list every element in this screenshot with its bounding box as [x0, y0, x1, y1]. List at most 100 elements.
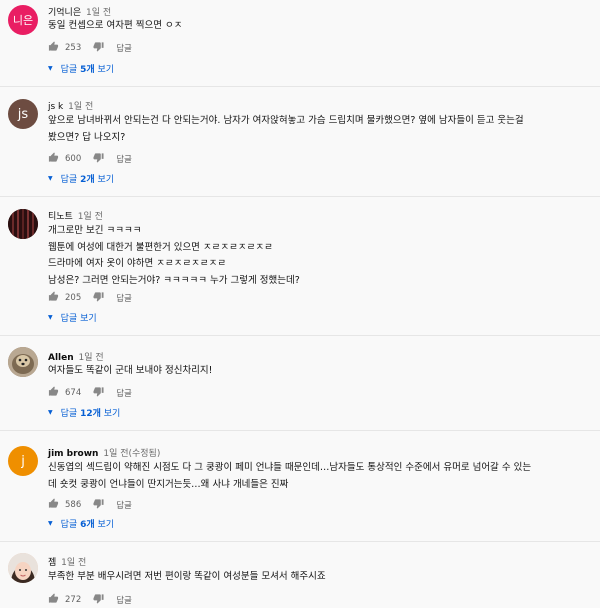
comment-text: 신동엽의 섹드립이 약해진 시점도 다 그 쿵쾅이 페미 언냐들 때문인데…남자…	[48, 460, 593, 493]
comment-header: 티노트 1일 전	[48, 209, 103, 222]
view-replies-button[interactable]: ▼ 답글 5개 보기	[48, 62, 114, 75]
replies-count: 6개	[80, 520, 95, 530]
comment-line: 부족한 부분 배우시려면 저번 편이랑 똑같이 여성분들 모셔서 해주시죠	[48, 571, 326, 582]
avatar[interactable]	[8, 209, 38, 239]
caret-down-icon: ▼	[48, 65, 53, 72]
view-replies-suffix: 보기	[97, 520, 115, 530]
view-replies-button[interactable]: ▼ 답글 2개 보기	[48, 172, 114, 185]
comment-text: 여자들도 똑같이 군대 보내야 정신차리지!	[48, 363, 593, 380]
comment-time[interactable]: 1일 전(수정됨)	[103, 449, 160, 459]
like-count: 272	[65, 595, 82, 605]
thumbs-up-icon[interactable]	[48, 41, 59, 55]
avatar[interactable]	[8, 553, 38, 583]
view-replies-suffix: 보기	[97, 65, 115, 75]
view-replies-button[interactable]: ▼ 답글 보기	[48, 311, 97, 324]
avatar[interactable]	[8, 347, 38, 377]
reply-button[interactable]: 답글	[116, 499, 132, 511]
comment-actions: 600 답글	[48, 152, 132, 166]
comment-line: 동일 컨셉으로 여자편 찍으면 ㅇㅈ	[48, 20, 183, 31]
divider	[0, 335, 600, 336]
avatar-text: js	[17, 106, 29, 122]
reply-button[interactable]: 답글	[116, 153, 132, 165]
avatar-image	[8, 347, 38, 377]
comment-header: 젬 1일 전	[48, 555, 86, 568]
comment-text: 앞으로 남녀바뀌서 안되는건 다 안되는거야. 남자가 여자앉혀놓고 가슴 드립…	[48, 113, 593, 146]
comment-line: 여자들도 똑같이 군대 보내야 정신차리지!	[48, 365, 213, 376]
view-replies-prefix: 답글	[60, 314, 78, 324]
comment-actions: 674 답글	[48, 386, 132, 400]
comment-text: 부족한 부분 배우시려면 저번 편이랑 똑같이 여성분들 모셔서 해주시죠	[48, 569, 593, 586]
like-count: 253	[65, 43, 82, 53]
avatar-image	[8, 553, 38, 583]
replies-count: 2개	[80, 175, 95, 185]
comment-time[interactable]: 1일 전	[78, 212, 103, 222]
thumbs-up-icon[interactable]	[48, 386, 59, 400]
comment-text: 개그로만 보긴 ㅋㅋㅋㅋ 웹툰에 여성에 대한거 불편한거 있으면 ㅈㄹㅈㄹㅈㄹ…	[48, 223, 593, 289]
view-replies-suffix: 보기	[97, 175, 115, 185]
caret-down-icon: ▼	[48, 314, 53, 321]
view-replies-prefix: 답글	[60, 520, 78, 530]
author-name[interactable]: 티노트	[48, 212, 73, 222]
like-count: 586	[65, 500, 82, 510]
thumbs-down-icon[interactable]	[93, 386, 104, 400]
view-replies-prefix: 답글	[60, 65, 78, 75]
comment-time[interactable]: 1일 전	[86, 8, 111, 18]
comment-time[interactable]: 1일 전	[79, 353, 104, 363]
author-name[interactable]: Allen	[48, 353, 74, 363]
avatar-image	[8, 209, 38, 239]
thumbs-up-icon[interactable]	[48, 291, 59, 305]
replies-count: 12개	[80, 409, 101, 419]
comment-line: 봤으면? 답 나오지?	[48, 131, 126, 143]
comment-line: 신동엽의 섹드립이 약해진 시점도 다 그 쿵쾅이 페미 언냐들 때문인데…남자…	[48, 462, 532, 473]
author-name[interactable]: jim brown	[48, 449, 98, 459]
like-count: 205	[65, 293, 82, 303]
comment-actions: 253 답글	[48, 41, 132, 55]
thumbs-up-icon[interactable]	[48, 498, 59, 512]
reply-button[interactable]: 답글	[116, 594, 132, 606]
thumbs-down-icon[interactable]	[93, 593, 104, 607]
thumbs-down-icon[interactable]	[93, 498, 104, 512]
view-replies-prefix: 답글	[60, 409, 78, 419]
comment-header: 기억니은 1일 전	[48, 5, 111, 18]
thumbs-down-icon[interactable]	[93, 41, 104, 55]
reply-button[interactable]: 답글	[116, 42, 132, 54]
view-replies-prefix: 답글	[60, 175, 78, 185]
comment-line: 남성은? 그러면 안되는거야? ㅋㅋㅋㅋㅋ 누가 그렇게 정했는데?	[48, 274, 300, 286]
avatar-text: 니은	[12, 14, 34, 27]
avatar[interactable]: j	[8, 446, 38, 476]
divider	[0, 430, 600, 431]
comment-line: 개그로만 보긴 ㅋㅋㅋㅋ	[48, 225, 142, 236]
comment-actions: 272 답글	[48, 593, 132, 607]
view-replies-suffix: 보기	[103, 409, 121, 419]
avatar[interactable]: js	[8, 99, 38, 129]
comment-time[interactable]: 1일 전	[68, 102, 93, 112]
divider	[0, 541, 600, 542]
view-replies-suffix: 보기	[80, 314, 97, 324]
comment-header: Allen 1일 전	[48, 350, 104, 363]
thumbs-down-icon[interactable]	[93, 152, 104, 166]
replies-count: 5개	[80, 65, 95, 75]
comment-line: 드라마에 여자 옷이 야하면 ㅈㄹㅈㄹㅈㄹㅈㄹ	[48, 258, 227, 269]
reply-button[interactable]: 답글	[116, 387, 132, 399]
view-replies-button[interactable]: ▼ 답글 6개 보기	[48, 517, 114, 530]
thumbs-down-icon[interactable]	[93, 291, 104, 305]
comment-line: 데 숏컷 쿵쾅이 언냐들이 딴지거는듯…왜 사냐 개네들은 진짜	[48, 478, 289, 490]
comment-time[interactable]: 1일 전	[61, 558, 86, 568]
author-name[interactable]: 젬	[48, 558, 56, 568]
author-name[interactable]: js k	[48, 102, 63, 112]
caret-down-icon: ▼	[48, 520, 53, 527]
comment-text: 동일 컨셉으로 여자편 찍으면 ㅇㅈ	[48, 18, 593, 35]
like-count: 674	[65, 388, 82, 398]
view-replies-button[interactable]: ▼ 답글 12개 보기	[48, 406, 120, 419]
comment-header: jim brown 1일 전(수정됨)	[48, 446, 160, 459]
comment-line: 웹툰에 여성에 대한거 불편한거 있으면 ㅈㄹㅈㄹㅈㄹㅈㄹ	[48, 241, 273, 253]
author-name[interactable]: 기억니은	[48, 8, 81, 18]
avatar[interactable]: 니은	[8, 5, 38, 35]
thumbs-up-icon[interactable]	[48, 152, 59, 166]
like-count: 600	[65, 154, 82, 164]
caret-down-icon: ▼	[48, 175, 53, 182]
reply-button[interactable]: 답글	[116, 292, 132, 304]
caret-down-icon: ▼	[48, 409, 53, 416]
avatar-text: j	[21, 453, 25, 469]
thumbs-up-icon[interactable]	[48, 593, 59, 607]
